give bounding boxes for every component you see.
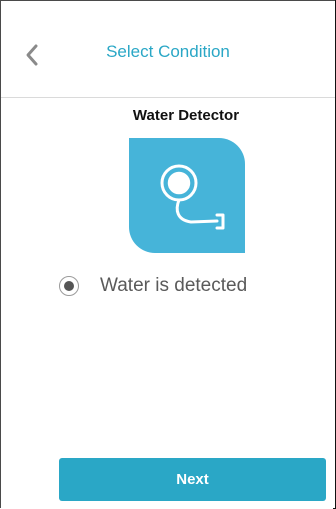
radio-selected-dot bbox=[64, 281, 74, 291]
next-button[interactable]: Next bbox=[59, 458, 326, 501]
device-name: Water Detector bbox=[132, 107, 240, 124]
option-water-detected[interactable]: Water is detected bbox=[59, 273, 247, 299]
radio-button[interactable] bbox=[59, 276, 79, 296]
app-screen: Select Condition Water Detector Water is… bbox=[0, 0, 335, 508]
header-divider bbox=[1, 97, 335, 98]
water-detector-icon bbox=[129, 138, 245, 253]
page-title: Select Condition bbox=[106, 42, 230, 61]
option-label: Water is detected bbox=[100, 275, 248, 296]
header: Select Condition bbox=[1, 1, 335, 98]
